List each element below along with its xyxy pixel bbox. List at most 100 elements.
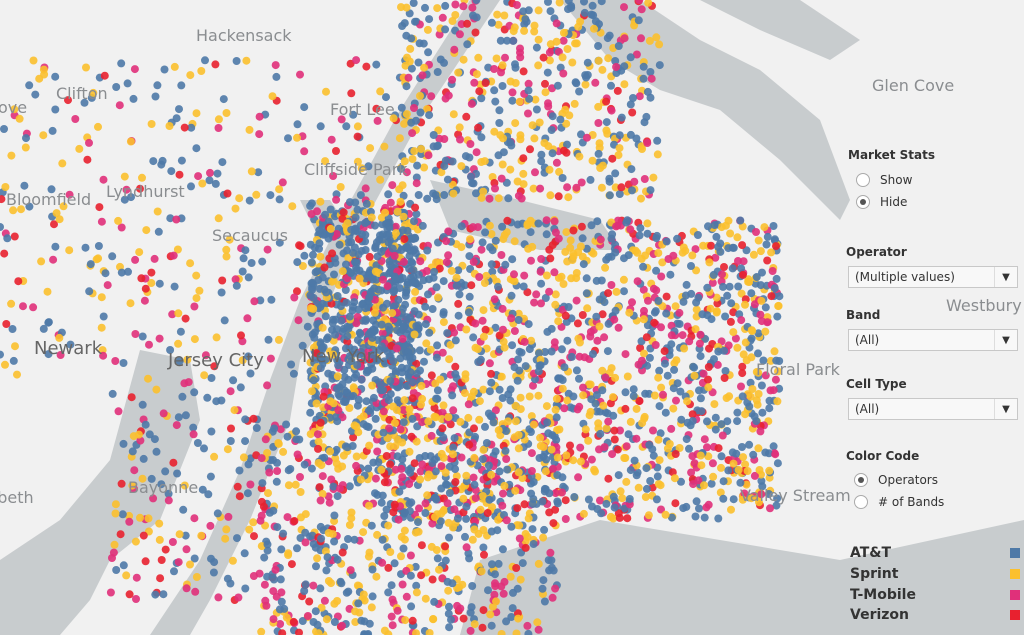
cell-site-dot[interactable] — [303, 612, 312, 620]
cell-site-dot[interactable] — [471, 28, 480, 37]
cell-site-dot[interactable] — [487, 18, 496, 27]
cell-site-dot[interactable] — [182, 545, 191, 554]
cell-site-dot[interactable] — [773, 312, 782, 321]
cell-site-dot[interactable] — [538, 497, 547, 506]
cell-site-dot[interactable] — [120, 172, 129, 181]
cell-site-dot[interactable] — [379, 428, 388, 437]
cell-site-dot[interactable] — [243, 314, 252, 323]
cell-site-dot[interactable] — [612, 287, 621, 296]
cell-site-dot[interactable] — [621, 388, 630, 397]
cell-site-dot[interactable] — [147, 268, 156, 277]
cell-site-dot[interactable] — [150, 435, 159, 444]
cell-site-dot[interactable] — [459, 2, 468, 11]
cell-site-dot[interactable] — [629, 385, 638, 394]
cell-site-dot[interactable] — [177, 81, 186, 90]
cell-site-dot[interactable] — [421, 3, 429, 12]
cell-site-dot[interactable] — [358, 230, 367, 239]
cell-site-dot[interactable] — [470, 453, 479, 462]
cell-site-dot[interactable] — [71, 115, 80, 123]
cell-site-dot[interactable] — [333, 292, 342, 300]
cell-site-dot[interactable] — [772, 242, 780, 251]
cell-site-dot[interactable] — [306, 408, 315, 417]
cell-site-dot[interactable] — [405, 447, 414, 456]
cell-site-dot[interactable] — [284, 134, 292, 143]
cell-site-dot[interactable] — [516, 135, 525, 144]
cell-site-dot[interactable] — [572, 39, 581, 48]
cell-site-dot[interactable] — [159, 409, 168, 418]
cell-site-dot[interactable] — [491, 97, 500, 106]
cell-site-dot[interactable] — [236, 383, 245, 392]
cell-site-dot[interactable] — [655, 61, 664, 70]
cell-site-dot[interactable] — [424, 151, 433, 160]
cell-site-dot[interactable] — [424, 290, 432, 299]
cell-site-dot[interactable] — [563, 336, 572, 345]
cell-site-dot[interactable] — [138, 400, 147, 409]
cell-site-dot[interactable] — [223, 445, 232, 454]
cell-site-dot[interactable] — [432, 546, 441, 554]
cell-site-dot[interactable] — [444, 586, 453, 595]
cell-site-dot[interactable] — [655, 40, 664, 49]
cell-site-dot[interactable] — [228, 556, 237, 565]
cell-site-dot[interactable] — [678, 331, 687, 340]
cell-site-dot[interactable] — [174, 309, 183, 318]
cell-site-dot[interactable] — [445, 623, 454, 632]
cell-site-dot[interactable] — [313, 430, 322, 439]
cell-site-dot[interactable] — [380, 478, 389, 487]
cell-site-dot[interactable] — [310, 328, 319, 337]
cell-site-dot[interactable] — [633, 277, 642, 286]
cell-site-dot[interactable] — [75, 144, 84, 153]
cell-site-dot[interactable] — [318, 323, 327, 332]
cell-site-dot[interactable] — [174, 413, 183, 422]
cell-site-dot[interactable] — [693, 231, 702, 239]
cell-site-dot[interactable] — [622, 477, 631, 486]
cell-site-dot[interactable] — [218, 158, 227, 167]
cell-site-dot[interactable] — [676, 387, 685, 396]
cell-site-dot[interactable] — [213, 169, 222, 178]
cell-site-dot[interactable] — [443, 329, 452, 338]
cell-site-dot[interactable] — [449, 189, 458, 198]
cell-site-dot[interactable] — [471, 343, 480, 352]
cell-site-dot[interactable] — [115, 101, 124, 110]
cell-site-dot[interactable] — [165, 122, 174, 130]
cell-site-dot[interactable] — [497, 174, 506, 183]
cell-site-dot[interactable] — [361, 219, 370, 227]
cell-site-dot[interactable] — [747, 289, 756, 298]
cell-site-dot[interactable] — [754, 444, 763, 453]
cell-site-dot[interactable] — [707, 315, 716, 324]
cell-site-dot[interactable] — [498, 222, 507, 231]
cell-site-dot[interactable] — [605, 177, 614, 186]
cell-site-dot[interactable] — [410, 277, 419, 286]
cell-site-dot[interactable] — [223, 574, 232, 583]
cell-site-dot[interactable] — [272, 72, 281, 81]
cell-site-dot[interactable] — [334, 406, 343, 415]
cell-site-dot[interactable] — [755, 466, 764, 474]
cell-site-dot[interactable] — [315, 226, 324, 235]
cell-site-dot[interactable] — [601, 373, 610, 382]
cell-site-dot[interactable] — [571, 78, 580, 87]
cell-site-dot[interactable] — [497, 68, 505, 77]
cell-site-dot[interactable] — [558, 174, 567, 182]
cell-site-dot[interactable] — [638, 419, 647, 428]
cell-site-dot[interactable] — [340, 365, 349, 374]
cell-site-dot[interactable] — [687, 262, 695, 270]
cell-site-dot[interactable] — [418, 221, 427, 230]
cell-site-dot[interactable] — [432, 283, 441, 292]
cell-site-dot[interactable] — [700, 513, 709, 522]
cell-site-dot[interactable] — [560, 404, 569, 413]
cell-site-dot[interactable] — [117, 59, 126, 68]
cell-site-dot[interactable] — [663, 371, 672, 380]
cell-site-dot[interactable] — [599, 401, 608, 410]
cell-site-dot[interactable] — [445, 533, 453, 542]
cell-site-dot[interactable] — [622, 442, 631, 451]
cell-site-dot[interactable] — [308, 278, 317, 287]
cell-site-dot[interactable] — [654, 296, 663, 305]
cell-site-dot[interactable] — [529, 495, 538, 503]
cell-site-dot[interactable] — [576, 443, 585, 452]
cell-site-dot[interactable] — [500, 577, 509, 586]
cell-site-dot[interactable] — [377, 498, 386, 507]
cell-site-dot[interactable] — [479, 606, 488, 615]
cell-site-dot[interactable] — [410, 104, 418, 112]
cell-site-dot[interactable] — [398, 181, 407, 190]
cell-site-dot[interactable] — [179, 505, 188, 514]
cell-site-dot[interactable] — [109, 548, 118, 557]
